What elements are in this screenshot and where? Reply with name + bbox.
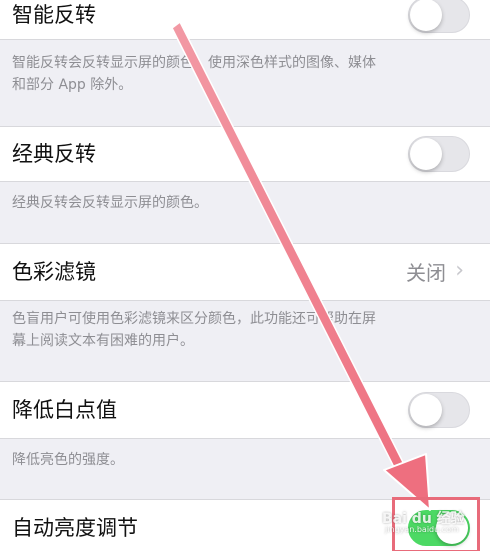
color-filters-row[interactable]: 色彩滤镜 关闭 ›: [0, 243, 490, 301]
classic-invert-row[interactable]: 经典反转: [0, 126, 490, 182]
toggle-knob: [410, 394, 442, 426]
watermark-url: jingyan.baidu.com: [385, 525, 459, 534]
color-filters-label: 色彩滤镜: [12, 260, 96, 284]
classic-invert-label: 经典反转: [12, 142, 96, 166]
color-filters-footer-line2: 幕上阅读文本有困难的用户。: [12, 333, 194, 349]
color-filters-value: 关闭: [406, 261, 446, 285]
smart-invert-footer-line1: 智能反转会反转显示屏的颜色，使用深色样式的图像、媒体: [12, 55, 376, 71]
toggle-knob: [410, 138, 442, 170]
smart-invert-footer: 智能反转会反转显示屏的颜色，使用深色样式的图像、媒体 和部分 App 除外。: [12, 52, 467, 96]
smart-invert-footer-line2: 和部分 App 除外。: [12, 77, 133, 93]
color-filters-footer-line1: 色盲用户可使用色彩滤镜来区分颜色，此功能还可帮助在屏: [12, 311, 376, 327]
reduce-white-point-label: 降低白点值: [12, 398, 117, 422]
auto-brightness-label: 自动亮度调节: [12, 516, 138, 540]
smart-invert-row[interactable]: 智能反转: [0, 0, 490, 40]
color-filters-footer: 色盲用户可使用色彩滤镜来区分颜色，此功能还可帮助在屏 幕上阅读文本有困难的用户。: [12, 308, 467, 352]
smart-invert-toggle[interactable]: [408, 0, 470, 33]
chevron-right-icon: ›: [455, 258, 464, 283]
reduce-white-point-row[interactable]: 降低白点值: [0, 381, 490, 439]
accessibility-display-settings: 智能反转 智能反转会反转显示屏的颜色，使用深色样式的图像、媒体 和部分 App …: [0, 0, 490, 551]
toggle-knob: [410, 0, 442, 31]
reduce-white-point-toggle[interactable]: [408, 392, 470, 428]
smart-invert-label: 智能反转: [12, 3, 96, 27]
classic-invert-toggle[interactable]: [408, 136, 470, 172]
classic-invert-footer: 经典反转会反转显示屏的颜色。: [12, 195, 208, 211]
reduce-white-point-footer: 降低亮色的强度。: [12, 452, 124, 468]
